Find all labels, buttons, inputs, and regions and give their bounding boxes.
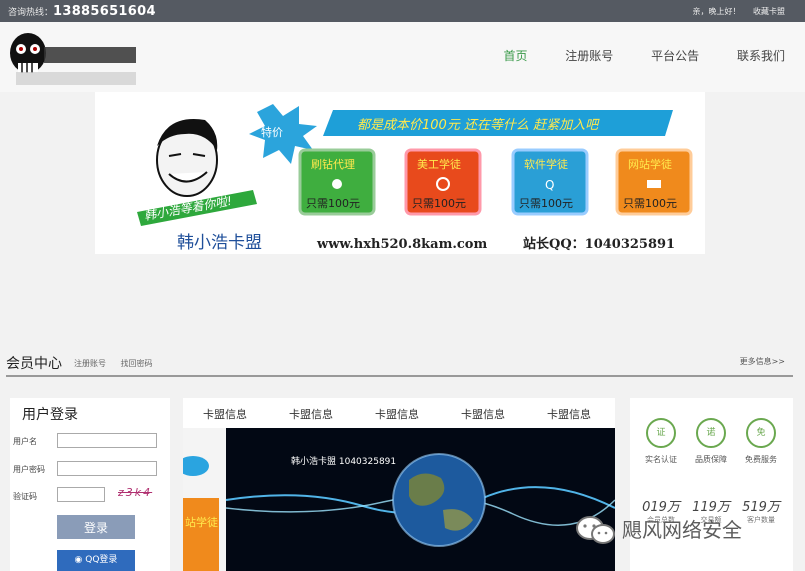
tab-5[interactable]: 卡盟信息 (547, 406, 591, 422)
info-panel: 卡盟信息 卡盟信息 卡盟信息 卡盟信息 卡盟信息 站学徒 韩小浩卡盟 10403… (183, 398, 615, 571)
verify-icon: 证 (646, 418, 676, 448)
username-label: 用户名 (13, 437, 37, 446)
hotline: 咨询热线：13885651604 (8, 4, 156, 19)
more-info-link[interactable]: 更多信息>> (740, 356, 785, 367)
main-nav: 首页 注册账号 平台公告 联系我们 (469, 47, 785, 64)
promo-banner[interactable]: 都是成本价100元 还在等什么 赶紧加入吧 特价 韩小浩等着你啦! 刷钻代理 只… (95, 92, 705, 254)
hotline-number: 13885651604 (53, 4, 156, 19)
card-1: 刷钻代理 只需100元 (298, 148, 376, 216)
tab-2[interactable]: 卡盟信息 (289, 406, 333, 422)
hotline-label: 咨询热线： (8, 8, 54, 18)
divider (6, 375, 793, 377)
qq-icon: ◉ (74, 555, 86, 565)
qq-login-label: QQ登录 (85, 555, 118, 565)
register-link[interactable]: 注册账号 (74, 359, 106, 368)
card-1-title: 刷钻代理 (311, 157, 355, 171)
card-4-price: 只需100元 (623, 197, 677, 210)
password-input[interactable] (57, 461, 157, 476)
password-label: 用户密码 (13, 465, 45, 474)
banner-qq: 站长QQ：1040325891 (523, 236, 675, 252)
site-logo[interactable] (6, 27, 146, 87)
captcha-label: 验证码 (13, 492, 37, 501)
header: 首页 注册账号 平台公告 联系我们 (0, 22, 805, 92)
feature-verify-label: 实名认证 (645, 455, 677, 464)
stat-members: 019万 (642, 500, 680, 515)
banner-site-name: 韩小浩卡盟 (177, 233, 262, 253)
captcha-image[interactable]: z3k4 (118, 486, 152, 499)
tab-4[interactable]: 卡盟信息 (461, 406, 505, 422)
feature-verify: 证 实名认证 (638, 418, 684, 465)
stat-volume: 119万 (692, 500, 730, 515)
top-bar: 咨询热线：13885651604 亲，晚上好！ 收藏卡盟 (0, 0, 805, 22)
card-3-title: 软件学徒 (524, 157, 568, 171)
member-center-title: 会员中心 (6, 356, 62, 372)
quality-icon: 诺 (696, 418, 726, 448)
login-title: 用户登录 (22, 407, 78, 423)
banner-site-url: www.hxh520.8kam.com (316, 237, 487, 252)
free-icon: 免 (746, 418, 776, 448)
forgot-password-link[interactable]: 找回密码 (121, 359, 153, 368)
card-2: 美工学徒 只需100元 (404, 148, 482, 216)
nav-home[interactable]: 首页 (503, 47, 527, 64)
login-panel: 用户登录 用户名 用户密码 验证码 z3k4 登录 ◉ QQ登录 (10, 398, 170, 571)
card-4-title: 网站学徒 (628, 157, 672, 171)
bookmark-link[interactable]: 收藏卡盟 (753, 7, 785, 16)
card-3: 软件学徒 Q 只需100元 (511, 148, 589, 216)
banner-slogan: 都是成本价100元 还在等什么 赶紧加入吧 (357, 118, 600, 133)
meme-face-icon (156, 119, 218, 197)
username-input[interactable] (57, 433, 157, 448)
card-3-price: 只需100元 (519, 197, 573, 210)
tab-3[interactable]: 卡盟信息 (375, 406, 419, 422)
feature-free-label: 免费服务 (745, 455, 777, 464)
nav-announcements[interactable]: 平台公告 (651, 47, 699, 64)
feature-quality: 诺 品质保障 (688, 418, 734, 465)
qq-login-button[interactable]: ◉ QQ登录 (57, 550, 135, 571)
watermark-text: 飓风网络安全 (622, 518, 742, 542)
stat-customers: 519万 (742, 500, 780, 515)
slide-image[interactable]: 站学徒 韩小浩卡盟 1040325891 (183, 428, 615, 571)
card-4: 网站学徒 只需100元 (615, 148, 693, 216)
nav-contact[interactable]: 联系我们 (737, 47, 785, 64)
captcha-input[interactable] (57, 487, 105, 502)
card-1-price: 只需100元 (306, 197, 360, 210)
stat-customers-label: 客户数量 (747, 516, 775, 524)
card-2-price: 只需100元 (412, 197, 466, 210)
greeting-text: 亲，晚上好！ (692, 7, 741, 16)
svg-text:Q: Q (545, 178, 554, 192)
card-2-title: 美工学徒 (417, 157, 461, 171)
banner-tag: 特价 (261, 125, 283, 139)
wechat-icon (576, 516, 615, 544)
feature-free: 免 免费服务 (738, 418, 784, 465)
login-button[interactable]: 登录 (57, 515, 135, 539)
slide-caption: 韩小浩卡盟 1040325891 (291, 455, 396, 467)
nav-register[interactable]: 注册账号 (565, 47, 613, 64)
feature-quality-label: 品质保障 (695, 455, 727, 464)
features-panel: 证 实名认证 诺 品质保障 免 免费服务 019万 119万 519万 会员总数… (630, 398, 793, 571)
tab-1[interactable]: 卡盟信息 (203, 406, 247, 422)
slide-side-text: 站学徒 (185, 515, 218, 529)
